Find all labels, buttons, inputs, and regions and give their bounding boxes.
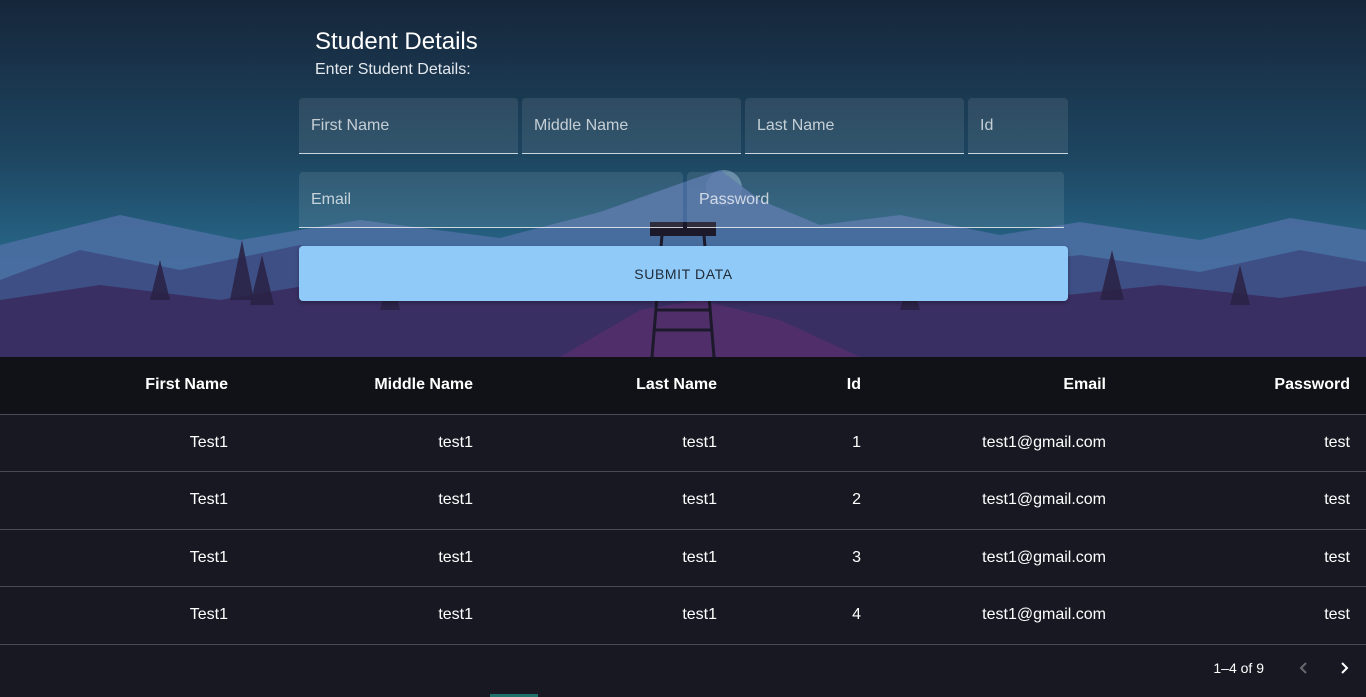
cell-id: 1	[733, 414, 877, 472]
first-name-input[interactable]	[299, 98, 518, 153]
cell-first-name: Test1	[0, 471, 244, 530]
table-header-row: First Name Middle Name Last Name Id Emai…	[0, 357, 1366, 415]
students-table-container: First Name Middle Name Last Name Id Emai…	[0, 357, 1366, 697]
cell-last-name: test1	[489, 529, 733, 587]
cell-last-name: test1	[489, 586, 733, 645]
cell-password: test	[1122, 586, 1366, 645]
cell-email: test1@gmail.com	[877, 414, 1122, 472]
column-header-id[interactable]: Id	[733, 357, 877, 415]
cell-id: 4	[733, 586, 877, 645]
column-header-password[interactable]: Password	[1122, 357, 1366, 415]
pagination-range-label: 1–4 of 9	[1213, 660, 1264, 676]
table-row[interactable]: Test1 test1 test1 2 test1@gmail.com test	[0, 471, 1366, 530]
id-field[interactable]	[968, 98, 1068, 154]
column-header-last-name[interactable]: Last Name	[489, 357, 733, 415]
cell-middle-name: test1	[244, 586, 489, 645]
cell-password: test	[1122, 414, 1366, 472]
password-input[interactable]	[687, 172, 1064, 227]
cell-middle-name: test1	[244, 529, 489, 587]
table-row[interactable]: Test1 test1 test1 3 test1@gmail.com test	[0, 529, 1366, 587]
middle-name-field[interactable]	[522, 98, 741, 154]
column-header-email[interactable]: Email	[877, 357, 1122, 415]
last-name-field[interactable]	[745, 98, 964, 154]
cell-first-name: Test1	[0, 586, 244, 645]
table-row[interactable]: Test1 test1 test1 4 test1@gmail.com test	[0, 586, 1366, 645]
submit-data-button[interactable]: SUBMIT DATA	[299, 246, 1068, 301]
cell-id: 2	[733, 471, 877, 530]
email-input[interactable]	[299, 172, 683, 227]
middle-name-input[interactable]	[522, 98, 741, 153]
first-name-field[interactable]	[299, 98, 518, 154]
students-table: First Name Middle Name Last Name Id Emai…	[0, 357, 1366, 645]
cell-first-name: Test1	[0, 414, 244, 472]
cell-email: test1@gmail.com	[877, 471, 1122, 530]
table-row[interactable]: Test1 test1 test1 1 test1@gmail.com test	[0, 414, 1366, 472]
column-header-first-name[interactable]: First Name	[0, 357, 244, 415]
cell-middle-name: test1	[244, 414, 489, 472]
chevron-right-icon[interactable]	[1330, 654, 1358, 682]
cell-last-name: test1	[489, 471, 733, 530]
page-title: Student Details	[315, 28, 478, 55]
pagination: 1–4 of 9	[1066, 640, 1366, 697]
chevron-left-icon[interactable]	[1290, 654, 1318, 682]
cell-password: test	[1122, 471, 1366, 530]
cell-email: test1@gmail.com	[877, 586, 1122, 645]
last-name-input[interactable]	[745, 98, 964, 153]
form-subtitle: Enter Student Details:	[315, 61, 471, 78]
password-field[interactable]	[687, 172, 1064, 228]
cell-email: test1@gmail.com	[877, 529, 1122, 587]
cell-last-name: test1	[489, 414, 733, 472]
id-input[interactable]	[968, 98, 1068, 153]
cell-password: test	[1122, 529, 1366, 587]
cell-id: 3	[733, 529, 877, 587]
email-field[interactable]	[299, 172, 683, 228]
cell-first-name: Test1	[0, 529, 244, 587]
column-header-middle-name[interactable]: Middle Name	[244, 357, 489, 415]
cell-middle-name: test1	[244, 471, 489, 530]
